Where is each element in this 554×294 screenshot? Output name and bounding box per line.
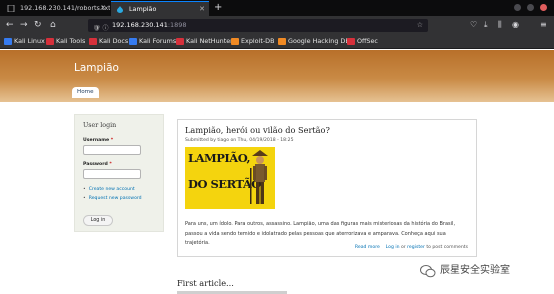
bookmark-kali-tools[interactable]: Kali Tools (45, 34, 85, 49)
close-window-icon[interactable] (540, 4, 547, 11)
url-host: 192.168.230.141 (112, 21, 168, 29)
article-links: Read more Log in or register to post com… (355, 245, 468, 250)
request-password-link[interactable]: Request new password (83, 196, 142, 201)
reload-icon[interactable]: ↻ (34, 18, 42, 32)
wechat-icon (420, 265, 436, 278)
create-account-link[interactable]: Create new account (83, 187, 135, 192)
browser-toolbar: ← → ↻ ⌂ 🛡 ⓘ 192.168.230.141:1898 ☆ ♡ ⤓ ⫼… (0, 16, 554, 34)
bookmark-offsec[interactable]: OffSec (346, 34, 378, 49)
bookmark-kali-nethunter[interactable]: Kali NetHunter (175, 34, 233, 49)
register-link[interactable]: register (407, 245, 425, 250)
page-icon (7, 5, 15, 12)
kali-docs-icon (89, 38, 97, 45)
bookmark-label: Kali Docs (99, 37, 129, 45)
bookmark-label: Kali Tools (56, 37, 86, 45)
offsec-icon (347, 38, 355, 45)
url-port: :1898 (167, 21, 187, 29)
post-comments-text: to post comments (424, 245, 468, 250)
drupal-icon (117, 6, 123, 13)
close-tab-icon[interactable]: ✕ (100, 1, 106, 16)
kali-icon (4, 38, 12, 45)
login-link[interactable]: Log in (386, 245, 400, 250)
read-more-link[interactable]: Read more (355, 245, 380, 250)
image-text-line1: LAMPIÃO, (188, 151, 251, 165)
bookmark-kali-docs[interactable]: Kali Docs (88, 34, 128, 49)
bookmark-exploit-db[interactable]: Exploit-DB (230, 34, 274, 49)
library-icon[interactable]: ⫼ (498, 18, 502, 32)
bookmark-label: Kali NetHunter (186, 37, 233, 45)
pocket-icon[interactable]: ♡ (470, 18, 477, 32)
site-header: Lampião Home (0, 50, 554, 102)
bookmark-label: Exploit-DB (241, 37, 275, 45)
article-image: LAMPIÃO, DO SERTÃO (185, 147, 275, 209)
watermark: 辰星安全实验室 (420, 263, 510, 279)
article-meta: Submitted by tiago on Thu, 04/19/2018 - … (185, 138, 294, 143)
close-tab-icon[interactable]: ✕ (199, 2, 205, 16)
bookmark-label: Kali Forums (139, 37, 177, 45)
bookmark-label: Kali Linux (14, 37, 45, 45)
home-icon[interactable]: ⌂ (50, 18, 56, 32)
forward-icon[interactable]: → (20, 18, 28, 32)
kali-forums-icon (129, 38, 137, 45)
second-article-title[interactable]: First article... (177, 278, 234, 288)
ghdb-icon (278, 38, 286, 45)
password-label: Password * (83, 162, 112, 167)
account-icon[interactable]: ◉ (512, 18, 519, 32)
username-field[interactable] (83, 145, 141, 155)
article-title[interactable]: Lampião, herói ou vilão do Sertão? (185, 125, 330, 135)
cangaceiro-figure-icon (250, 150, 268, 204)
url-bar[interactable]: 🛡 ⓘ 192.168.230.141:1898 ☆ (88, 19, 428, 32)
nethunter-icon (176, 38, 184, 45)
password-field[interactable] (83, 169, 141, 179)
bookmark-star-icon[interactable]: ☆ (417, 19, 423, 32)
downloads-icon[interactable]: ⤓ (484, 18, 488, 32)
minimize-icon[interactable] (514, 4, 521, 11)
watermark-text: 辰星安全实验室 (440, 265, 510, 276)
article-node: Lampião, herói ou vilão do Sertão? Submi… (177, 119, 477, 257)
exploit-db-icon (231, 38, 239, 45)
browser-tab-lampiao[interactable]: Lampião ✕ (111, 1, 209, 16)
nav-home-link[interactable]: Home (72, 87, 99, 98)
bookmark-google-hacking-db[interactable]: Google Hacking DB (277, 34, 350, 49)
browser-tab-bar: 192.168.230.141/roborts.txt ✕ Lampião ✕ … (0, 0, 554, 16)
bookmark-kali-forums[interactable]: Kali Forums (128, 34, 176, 49)
menu-icon[interactable]: ≡ (540, 18, 547, 32)
username-label: Username * (83, 138, 114, 143)
user-login-block: User login Username * Password * Create … (74, 114, 164, 232)
web-page: Lampião Home User login Username * Passw… (0, 50, 554, 294)
bookmark-label: Google Hacking DB (288, 37, 350, 45)
kali-tools-icon (46, 38, 54, 45)
login-button[interactable]: Log in (83, 215, 113, 226)
back-icon[interactable]: ← (6, 18, 14, 32)
bookmark-label: OffSec (357, 37, 378, 45)
site-name[interactable]: Lampião (74, 62, 119, 74)
or-text: or (399, 245, 408, 250)
login-block-title: User login (83, 122, 117, 129)
bookmark-kali-linux[interactable]: Kali Linux (3, 34, 45, 49)
tab-title: 192.168.230.141/roborts.txt (20, 4, 110, 12)
new-tab-button[interactable]: + (214, 1, 222, 15)
bookmarks-bar: Kali Linux Kali Tools Kali Docs Kali For… (0, 34, 554, 49)
tab-title: Lampião (129, 5, 157, 13)
browser-tab-robots[interactable]: 192.168.230.141/roborts.txt ✕ (2, 1, 110, 16)
maximize-icon[interactable] (527, 4, 534, 11)
